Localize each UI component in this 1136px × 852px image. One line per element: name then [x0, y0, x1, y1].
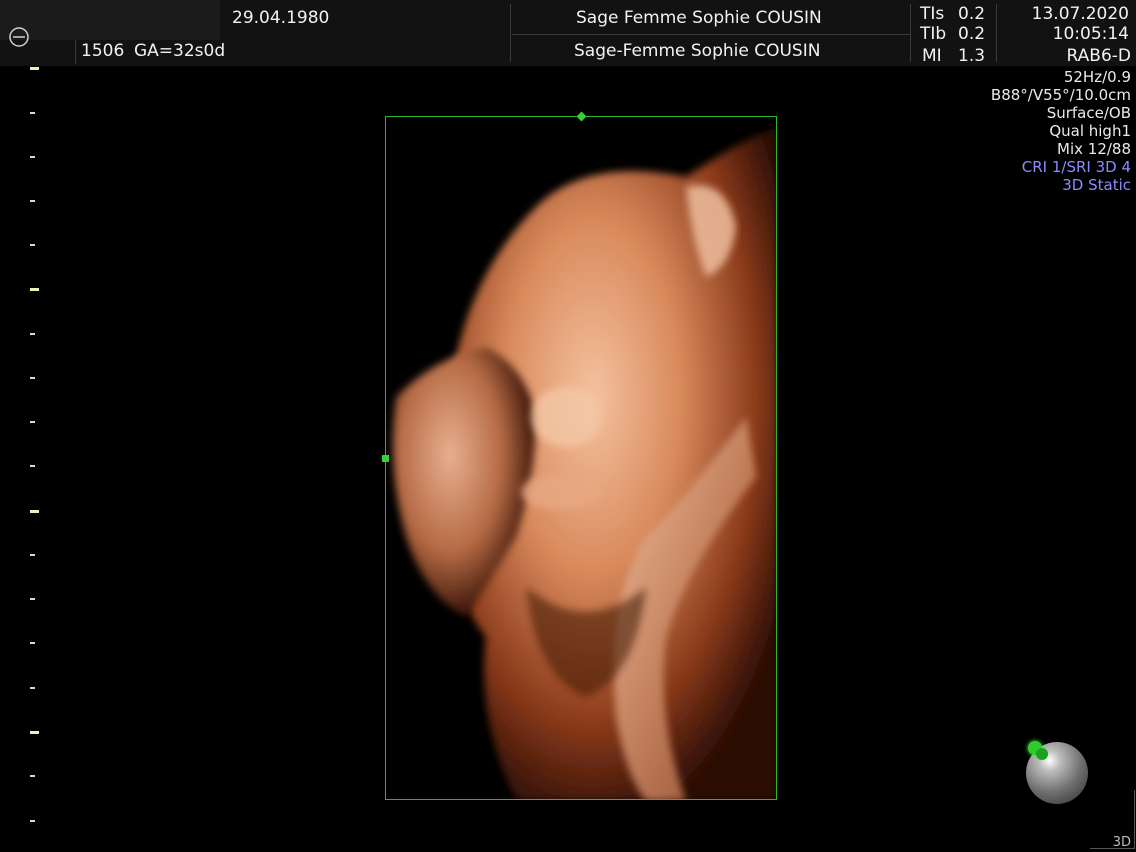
acquisition-mode: 3D Static: [1062, 176, 1131, 194]
depth-tick: [30, 200, 35, 202]
tis-value: 0.2: [958, 4, 986, 24]
depth-tick: [30, 156, 35, 158]
mi-label: MI: [922, 46, 942, 66]
depth-tick: [30, 642, 35, 644]
depth-tick: [30, 333, 35, 335]
depth-tick: [30, 377, 35, 379]
depth-tick-major: [30, 288, 39, 291]
render-roi-box[interactable]: [385, 116, 777, 800]
exam-time: 10:05:14: [1052, 24, 1129, 44]
orientation-marker-inner: [1036, 748, 1048, 760]
operator-name: Sage-Femme Sophie COUSIN: [574, 41, 821, 61]
depth-tick: [30, 820, 35, 822]
tib-value: 0.2: [958, 24, 986, 44]
exam-id: 1506: [81, 41, 125, 61]
exam-date: 13.07.2020: [1031, 4, 1129, 24]
tis-label: TIs: [920, 4, 945, 24]
depth-tick: [30, 775, 35, 777]
depth-tick: [30, 465, 35, 467]
imaging-parameters: 52Hz/0.9 B88°/V55°/10.0cm Surface/OB Qua…: [991, 68, 1131, 194]
quality-setting: Qual high1: [1049, 122, 1131, 140]
depth-tick: [30, 244, 35, 246]
header-divider: [512, 34, 910, 35]
header-separator: [910, 4, 911, 62]
gestational-age: GA=32s0d: [134, 41, 226, 61]
depth-tick: [30, 687, 35, 689]
header-separator: [75, 40, 76, 64]
depth-tick-major: [30, 510, 39, 513]
depth-tick: [30, 112, 35, 114]
probe-circle-icon: [9, 27, 29, 47]
patient-header: 29.04.1980 1506 GA=32s0d Sage Femme Soph…: [0, 0, 1136, 66]
volume-geometry: B88°/V55°/10.0cm: [990, 86, 1131, 104]
roi-left-handle[interactable]: [382, 455, 389, 462]
header-id-panel: [0, 0, 220, 40]
tib-label: TIb: [920, 24, 947, 44]
mix-setting: Mix 12/88: [1057, 140, 1131, 158]
mode-3d-label: 3D: [1112, 835, 1131, 850]
mi-value: 1.3: [958, 46, 986, 66]
frame-rate: 52Hz/0.9: [1063, 68, 1131, 86]
header-separator: [510, 4, 511, 62]
probe-name: RAB6-D: [1066, 46, 1131, 66]
depth-tick-major: [30, 731, 39, 734]
depth-tick-major: [30, 67, 39, 70]
fetal-3d-render: [392, 127, 776, 799]
cri-sri-setting: CRI 1/SRI 3D 4: [1021, 158, 1131, 176]
institution-name: Sage Femme Sophie COUSIN: [576, 8, 822, 28]
depth-tick: [30, 554, 35, 556]
depth-tick: [30, 421, 35, 423]
header-separator: [996, 4, 997, 62]
render-preset: Surface/OB: [1046, 104, 1131, 122]
depth-tick: [30, 598, 35, 600]
patient-dob: 29.04.1980: [232, 8, 330, 28]
